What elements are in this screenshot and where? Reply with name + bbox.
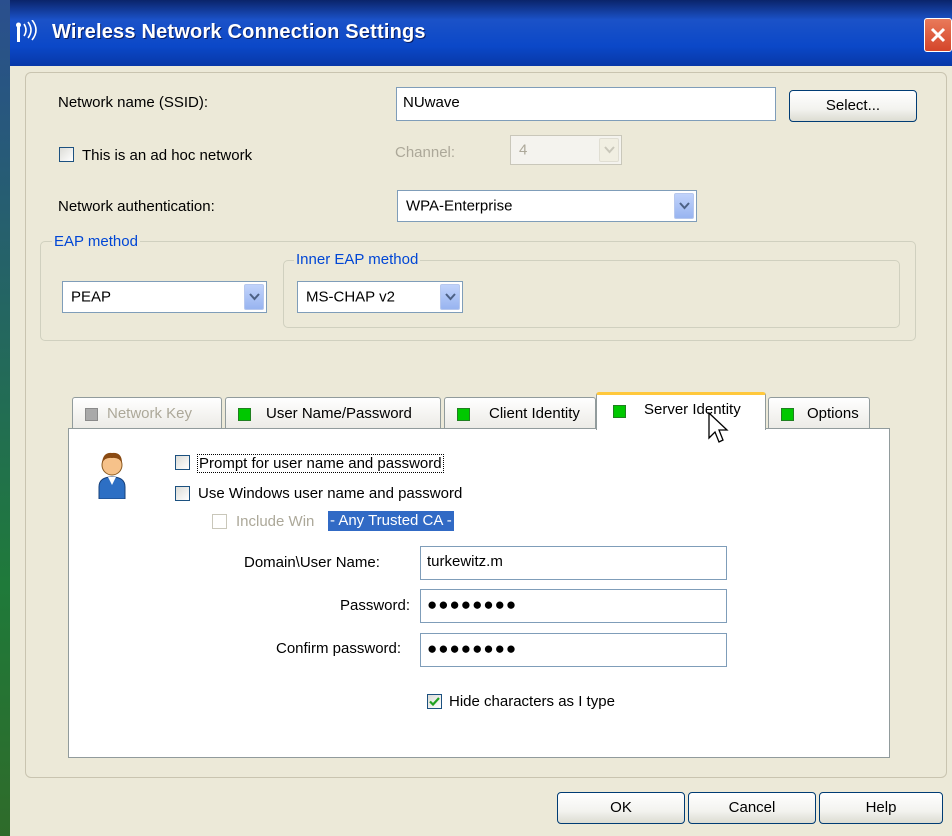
ssid-label: Network name (SSID): — [58, 94, 209, 111]
auth-label: Network authentication: — [58, 198, 215, 215]
confirm-password-label: Confirm password: — [276, 640, 402, 657]
tab-label: Client Identity — [489, 405, 580, 422]
tab-client-identity[interactable]: Client Identity — [444, 397, 596, 428]
close-button[interactable] — [924, 18, 952, 52]
checkmark-icon — [429, 697, 440, 707]
chevron-down-icon — [599, 138, 619, 162]
inner-eap-legend: Inner EAP method — [294, 251, 421, 268]
prompt-label: Prompt for user name and password — [197, 454, 444, 473]
tab-network-key[interactable]: Network Key — [72, 397, 222, 428]
adhoc-label: This is an ad hoc network — [82, 147, 253, 164]
tab-label: User Name/Password — [266, 405, 412, 422]
eap-method-legend: EAP method — [52, 233, 140, 250]
include-checkbox — [212, 514, 227, 529]
confirm-password-input[interactable]: ●●●●●●●● — [420, 633, 727, 667]
hide-characters-label: Hide characters as I type — [449, 693, 615, 710]
chevron-down-icon[interactable] — [674, 193, 694, 219]
user-icon — [95, 449, 129, 503]
trusted-ca-highlight: - Any Trusted CA - — [328, 511, 454, 531]
username-label: Domain\User Name: — [244, 554, 380, 571]
select-button[interactable]: Select... — [789, 90, 917, 122]
auth-select[interactable]: WPA-Enterprise — [397, 190, 697, 222]
window-title: Wireless Network Connection Settings — [52, 21, 426, 43]
password-label: Password: — [340, 597, 411, 614]
chevron-down-icon[interactable] — [440, 284, 460, 310]
windows-credentials-label: Use Windows user name and password — [198, 485, 463, 502]
help-button[interactable]: Help — [819, 792, 943, 824]
desktop-background — [0, 0, 10, 836]
channel-label: Channel: — [395, 144, 456, 161]
ssid-input[interactable]: NUwave — [396, 87, 776, 121]
status-square-icon — [238, 408, 251, 421]
inner-eap-value: MS-CHAP v2 — [306, 288, 395, 306]
auth-value: WPA-Enterprise — [406, 197, 513, 215]
adhoc-checkbox[interactable] — [59, 147, 74, 162]
channel-value: 4 — [519, 141, 528, 159]
status-square-icon — [85, 408, 98, 421]
mouse-cursor-icon — [708, 411, 730, 450]
channel-select: 4 — [510, 135, 622, 165]
username-input[interactable]: turkewitz.m — [420, 546, 727, 580]
wireless-icon — [14, 19, 42, 46]
ok-button[interactable]: OK — [557, 792, 685, 824]
inner-eap-select[interactable]: MS-CHAP v2 — [297, 281, 463, 313]
hide-characters-checkbox[interactable] — [427, 694, 442, 709]
tab-server-identity[interactable]: Server Identity — [596, 392, 766, 430]
tab-label: Options — [807, 405, 859, 422]
status-square-icon — [781, 408, 794, 421]
windows-credentials-checkbox[interactable] — [175, 486, 190, 501]
status-square-icon — [613, 405, 626, 418]
close-icon — [930, 27, 946, 43]
chevron-down-icon[interactable] — [244, 284, 264, 310]
tab-user-name-password[interactable]: User Name/Password — [225, 397, 441, 428]
include-label: Include Win — [236, 513, 315, 530]
tab-label: Network Key — [107, 405, 193, 422]
prompt-checkbox[interactable] — [175, 455, 190, 470]
eap-method-select[interactable]: PEAP — [62, 281, 267, 313]
cancel-button[interactable]: Cancel — [688, 792, 816, 824]
eap-method-value: PEAP — [71, 288, 112, 306]
status-square-icon — [457, 408, 470, 421]
tab-options[interactable]: Options — [768, 397, 870, 428]
password-input[interactable]: ●●●●●●●● — [420, 589, 727, 623]
